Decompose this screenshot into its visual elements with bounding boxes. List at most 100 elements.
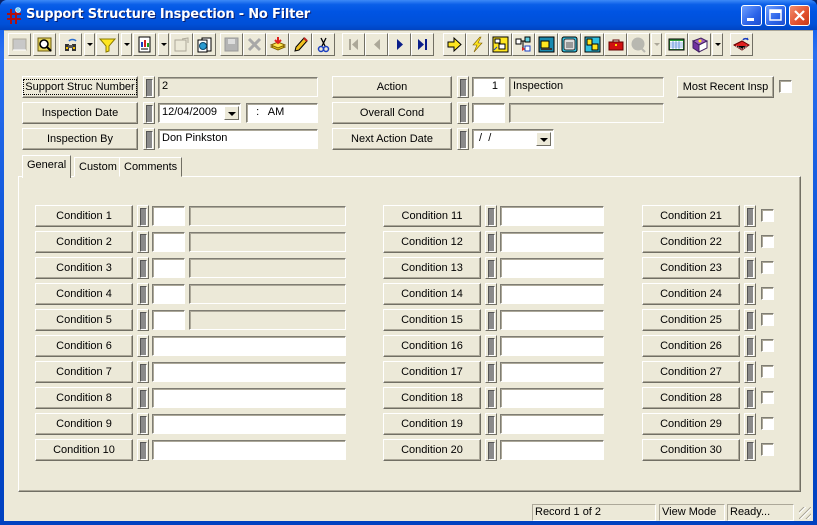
condition-26-button[interactable]: Condition 26: [642, 335, 740, 357]
inspection-by-field[interactable]: Don Pinkston: [158, 129, 318, 149]
spreadsheet-button[interactable]: [665, 33, 688, 56]
condition-24-button[interactable]: Condition 24: [642, 283, 740, 305]
map-button[interactable]: [581, 33, 604, 56]
most-recent-insp-button[interactable]: Most Recent Insp: [677, 76, 774, 98]
condition-19-grip[interactable]: [485, 413, 497, 435]
condition-19-button[interactable]: Condition 19: [383, 413, 481, 435]
exit-button[interactable]: [730, 33, 753, 56]
condition-14-grip[interactable]: [485, 283, 497, 305]
inspection-date-grip[interactable]: [143, 102, 155, 124]
help-book-button[interactable]: [688, 33, 711, 56]
condition-23-button[interactable]: Condition 23: [642, 257, 740, 279]
delete-button[interactable]: [243, 33, 266, 56]
inspection-by-grip[interactable]: [143, 128, 155, 150]
condition-6-button[interactable]: Condition 6: [35, 335, 133, 357]
condition-12-field[interactable]: [500, 232, 604, 252]
help-book-dropdown-arrow[interactable]: [712, 33, 723, 56]
condition-13-grip[interactable]: [485, 257, 497, 279]
find-button[interactable]: [33, 33, 56, 56]
condition-26-checkbox[interactable]: [761, 339, 774, 352]
tab-comments[interactable]: Comments: [119, 157, 183, 177]
condition-15-button[interactable]: Condition 15: [383, 309, 481, 331]
condition-23-grip[interactable]: [744, 257, 756, 279]
condition-26-grip[interactable]: [744, 335, 756, 357]
condition-17-grip[interactable]: [485, 361, 497, 383]
condition-1-button[interactable]: Condition 1: [35, 205, 133, 227]
calculator-button[interactable]: [558, 33, 581, 56]
filter-dropdown-arrow[interactable]: [121, 33, 132, 56]
maximize-button[interactable]: [765, 5, 786, 26]
cut-button[interactable]: [312, 33, 335, 56]
condition-3-code-field[interactable]: [152, 258, 185, 278]
support-struc-number-field[interactable]: 2: [158, 77, 318, 97]
condition-20-button[interactable]: Condition 20: [383, 439, 481, 461]
condition-5-grip[interactable]: [137, 309, 149, 331]
condition-14-button[interactable]: Condition 14: [383, 283, 481, 305]
inspection-date-button[interactable]: Inspection Date: [22, 102, 138, 124]
condition-21-grip[interactable]: [744, 205, 756, 227]
action-grip[interactable]: [457, 76, 469, 98]
condition-30-checkbox[interactable]: [761, 443, 774, 456]
condition-25-button[interactable]: Condition 25: [642, 309, 740, 331]
inspection-time-field[interactable]: : AM: [246, 103, 318, 123]
inspection-date-dropdown[interactable]: [224, 106, 239, 120]
next-action-date-grip[interactable]: [457, 128, 469, 150]
condition-7-button[interactable]: Condition 7: [35, 361, 133, 383]
condition-18-field[interactable]: [500, 388, 604, 408]
previous-record-button[interactable]: [365, 33, 388, 56]
condition-10-grip[interactable]: [137, 439, 149, 461]
condition-12-grip[interactable]: [485, 231, 497, 253]
condition-7-grip[interactable]: [137, 361, 149, 383]
condition-18-grip[interactable]: [485, 387, 497, 409]
condition-9-button[interactable]: Condition 9: [35, 413, 133, 435]
search-binoculars-button[interactable]: [59, 33, 82, 56]
condition-2-button[interactable]: Condition 2: [35, 231, 133, 253]
condition-15-grip[interactable]: [485, 309, 497, 331]
condition-11-grip[interactable]: [485, 205, 497, 227]
condition-25-checkbox[interactable]: [761, 313, 774, 326]
condition-11-field[interactable]: [500, 206, 604, 226]
condition-6-grip[interactable]: [137, 335, 149, 357]
condition-3-grip[interactable]: [137, 257, 149, 279]
first-record-button[interactable]: [342, 33, 365, 56]
condition-16-field[interactable]: [500, 336, 604, 356]
condition-27-button[interactable]: Condition 27: [642, 361, 740, 383]
condition-1-code-field[interactable]: [152, 206, 185, 226]
overall-cond-button[interactable]: Overall Cond: [332, 102, 452, 124]
condition-30-button[interactable]: Condition 30: [642, 439, 740, 461]
condition-30-grip[interactable]: [744, 439, 756, 461]
filter-button[interactable]: [96, 33, 119, 56]
condition-15-field[interactable]: [500, 310, 604, 330]
condition-24-checkbox[interactable]: [761, 287, 774, 300]
condition-21-checkbox[interactable]: [761, 209, 774, 222]
equipment-button[interactable]: [535, 33, 558, 56]
condition-17-button[interactable]: Condition 17: [383, 361, 481, 383]
condition-20-grip[interactable]: [485, 439, 497, 461]
support-struc-number-grip[interactable]: [143, 76, 155, 98]
condition-22-checkbox[interactable]: [761, 235, 774, 248]
condition-18-button[interactable]: Condition 18: [383, 387, 481, 409]
minimize-button[interactable]: [741, 5, 762, 26]
condition-24-grip[interactable]: [744, 283, 756, 305]
copy-record-button[interactable]: [193, 33, 216, 56]
export-button[interactable]: [170, 33, 193, 56]
condition-5-code-field[interactable]: [152, 310, 185, 330]
close-button[interactable]: [789, 5, 810, 26]
most-recent-insp-checkbox[interactable]: [779, 80, 792, 93]
structure-button[interactable]: [489, 33, 512, 56]
condition-7-field[interactable]: [152, 362, 346, 382]
next-record-button[interactable]: [388, 33, 411, 56]
support-struc-number-button[interactable]: Support Struc Number: [22, 76, 138, 98]
condition-20-field[interactable]: [500, 440, 604, 460]
condition-8-field[interactable]: [152, 388, 346, 408]
condition-27-checkbox[interactable]: [761, 365, 774, 378]
search-binoculars-dropdown-arrow[interactable]: [84, 33, 95, 56]
goto-button[interactable]: [443, 33, 466, 56]
title-bar[interactable]: Support Structure Inspection - No Filter: [0, 0, 817, 30]
action-code-field[interactable]: 1: [472, 77, 505, 97]
condition-5-button[interactable]: Condition 5: [35, 309, 133, 331]
edit-button[interactable]: [289, 33, 312, 56]
condition-10-button[interactable]: Condition 10: [35, 439, 133, 461]
condition-19-field[interactable]: [500, 414, 604, 434]
condition-22-grip[interactable]: [744, 231, 756, 253]
